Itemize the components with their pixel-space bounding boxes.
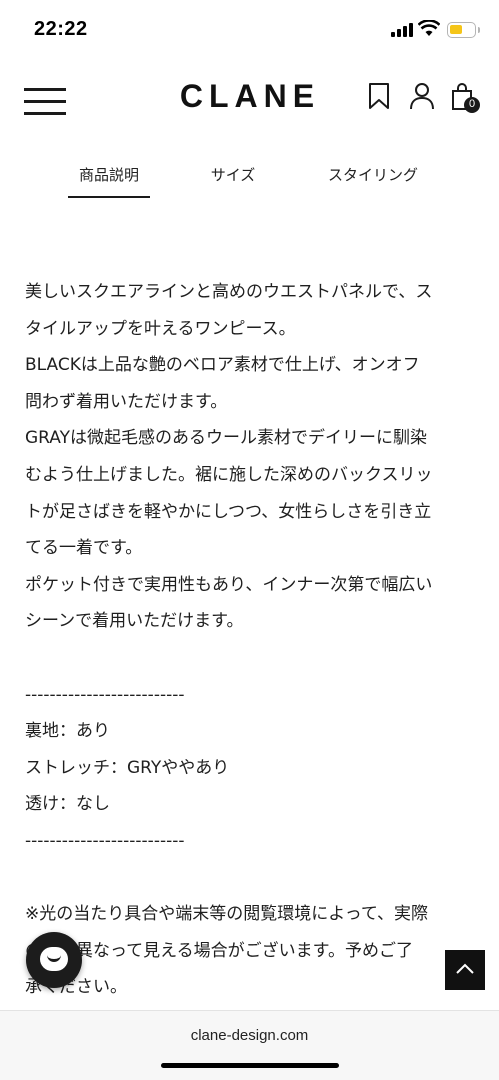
cellular-signal-icon: [391, 23, 413, 37]
divider-line: --------------------------: [25, 830, 185, 851]
product-tabs: 商品説明 サイズ スタイリング: [0, 160, 499, 200]
spec-sheer: 透け：なし: [25, 794, 110, 815]
tab-styling[interactable]: スタイリング: [318, 160, 428, 198]
description-line: トが足さばきを軽やかにしつつ、女性らしさを引き立: [25, 501, 432, 522]
hamburger-icon[interactable]: [24, 88, 66, 116]
chat-icon: [40, 947, 68, 971]
status-time: 22:22: [34, 18, 88, 40]
description-line: GRAYは微起毛感のあるウール素材でデイリーに馴染: [25, 428, 427, 449]
user-icon[interactable]: [409, 82, 435, 110]
wifi-icon: [418, 20, 440, 36]
description-line: てる一着です。: [25, 538, 143, 559]
chevron-up-icon: [456, 963, 474, 974]
description-line: ポケット付きで実用性もあり、インナー次第で幅広い: [25, 574, 433, 595]
description-line: BLACKは上品な艶のベロア素材で仕上げ、オンオフ: [25, 355, 420, 376]
site-header: CLANE 0: [0, 70, 499, 130]
browser-address-bar[interactable]: clane-design.com: [0, 1010, 499, 1080]
chat-button[interactable]: [26, 932, 82, 988]
description-line: むよう仕上げました。裾に施した深めのバックスリッ: [25, 464, 433, 485]
cart-count-badge: 0: [468, 98, 476, 110]
spec-stretch: ストレッチ：GRYややあり: [25, 757, 230, 778]
bookmark-icon[interactable]: [368, 82, 390, 110]
home-indicator[interactable]: [161, 1063, 339, 1068]
tab-description[interactable]: 商品説明: [68, 160, 150, 198]
battery-icon: [447, 22, 476, 38]
tab-size[interactable]: サイズ: [197, 160, 269, 198]
divider-line: --------------------------: [25, 684, 185, 705]
note-line: ※光の当たり具合や端末等の閲覧環境によって、実際: [25, 904, 429, 925]
note-line: 承ください。: [25, 977, 127, 998]
battery-tip: [478, 27, 480, 33]
brand-logo[interactable]: CLANE: [150, 78, 350, 115]
status-bar: 22:22: [0, 0, 499, 60]
url-text: clane-design.com: [190, 1027, 309, 1044]
description-line: シーンで着用いただけます。: [25, 611, 244, 632]
note-line: の色と異なって見える場合がございます。予めご了: [25, 940, 413, 961]
description-line: タイルアップを叶えるワンピース。: [25, 318, 296, 339]
scroll-top-button[interactable]: [445, 950, 485, 990]
product-description: 美しいスクエアラインと高めのウエストパネルで、ス タイルアップを叶えるワンピース…: [25, 274, 475, 1006]
description-line: 問わず着用いただけます。: [25, 391, 228, 412]
description-line: 美しいスクエアラインと高めのウエストパネルで、ス: [25, 282, 433, 302]
spec-lining: 裏地：あり: [25, 721, 110, 742]
